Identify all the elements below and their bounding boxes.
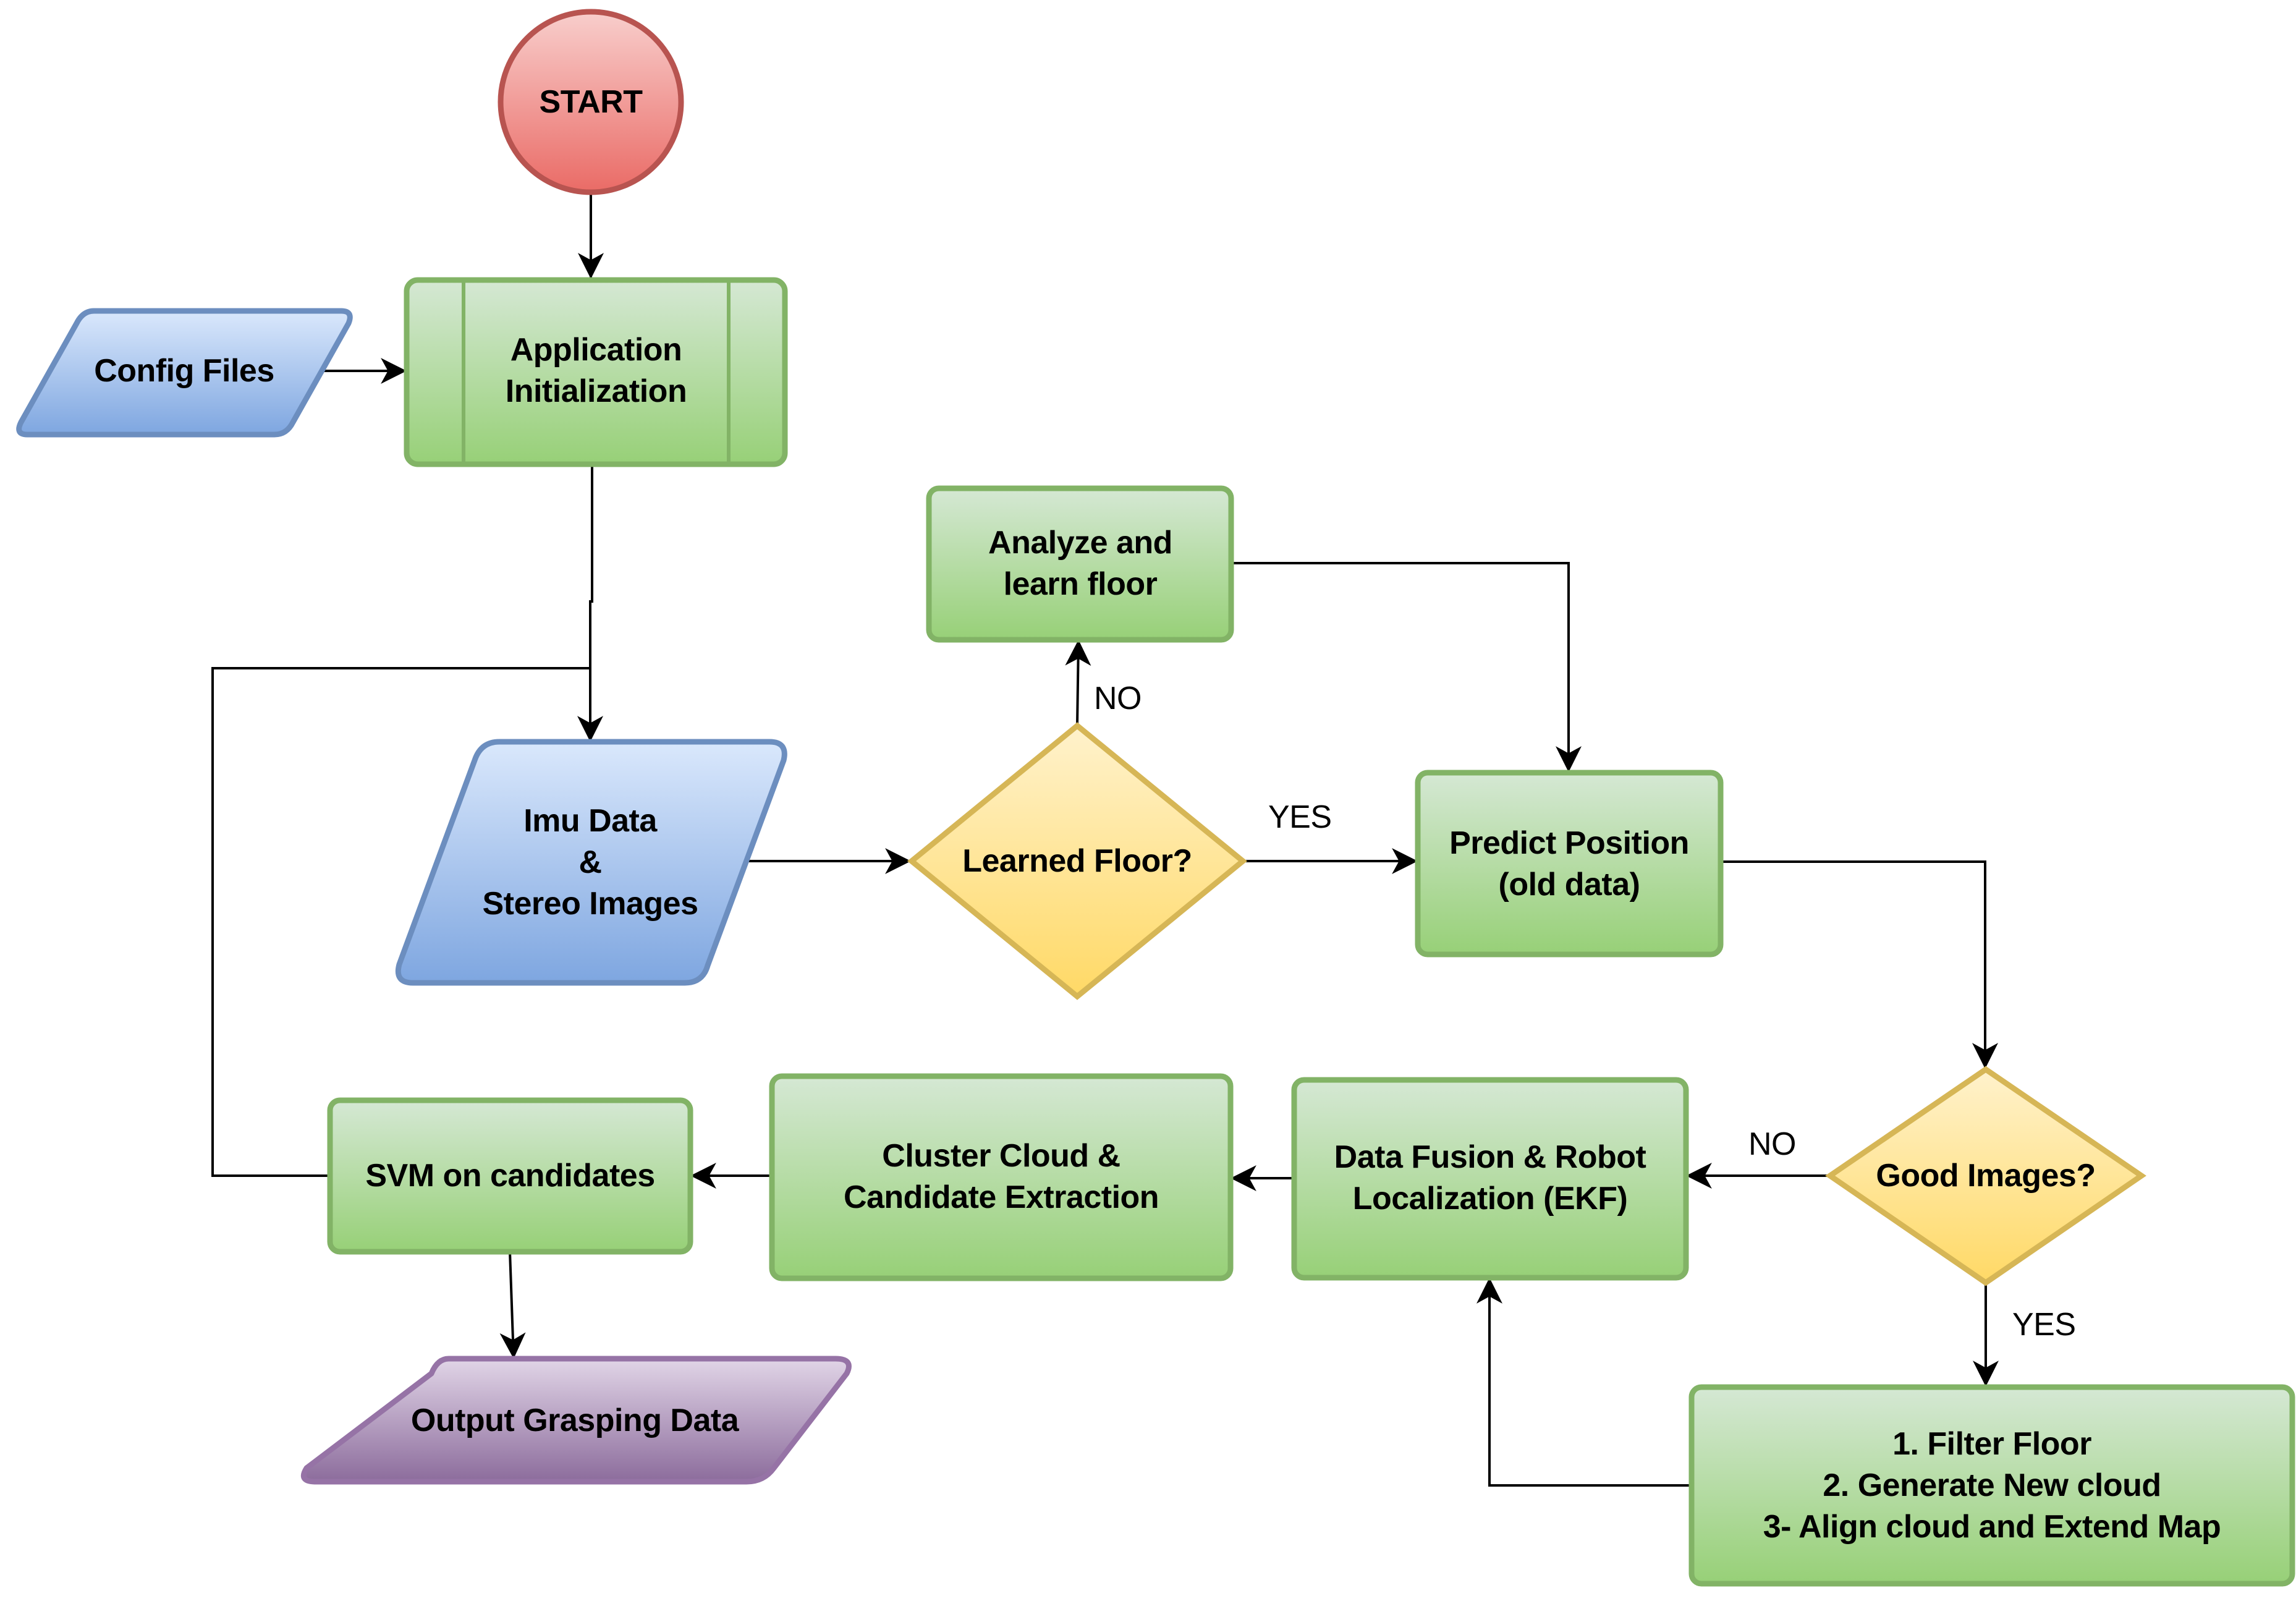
filter-floor-label-line-3: 3- Align cloud and Extend Map [1763,1508,2221,1545]
edge-analyze-to-predict [1231,562,1582,773]
cluster-cloud-label-line-1: Cluster Cloud & [882,1138,1120,1174]
analyze-floor-label-line-2: learn floor [1003,566,1158,602]
good-images-node-label: Good Images? [1842,1145,2130,1207]
edge-label-learned-floor-no: NO [1094,681,1142,716]
analyze-floor-label-line-1: Analyze and [988,525,1172,561]
imu-stereo-label-line-2: & [578,844,602,880]
edge-learned-floor-no [1065,639,1091,726]
analyze-floor-node-label: Analyze and learn floor [932,520,1229,607]
start-label-line: START [539,83,643,120]
output-grasping-node-label: Output Grasping Data [371,1390,779,1451]
edge-predict-to-good-images [1721,860,1998,1069]
svm-label-line: SVM on candidates [365,1157,655,1194]
edge-svm-to-output [499,1251,526,1359]
edge-label-good-images-yes: YES [2012,1307,2076,1343]
predict-position-label-line-1: Predict Position [1449,825,1689,861]
output-grasping-label-line: Output Grasping Data [410,1402,739,1438]
filter-floor-node-label: 1. Filter Floor 2. Generate New cloud 3-… [1693,1422,2291,1549]
edge-app-init-to-imu [577,464,603,742]
filter-floor-label-line-1: 1. Filter Floor [1892,1425,2091,1462]
data-fusion-label-line-1: Data Fusion & Robot [1334,1139,1646,1175]
svm-node-label: SVM on candidates [331,1145,689,1207]
edge-label-learned-floor-yes: YES [1268,799,1332,835]
cluster-cloud-node-label: Cluster Cloud & Candidate Extraction [773,1134,1229,1220]
config-files-label-line: Config Files [94,352,274,389]
predict-position-label-line-2: (old data) [1498,867,1640,902]
imu-stereo-node-label: Imu Data & Stereo Images [445,797,735,927]
imu-stereo-label-line-3: Stereo Images [482,885,699,922]
app-init-label-line-2: Initialization [505,373,687,409]
cluster-cloud-label-line-2: Candidate Extraction [843,1179,1159,1215]
predict-position-node-label: Predict Position (old data) [1419,821,1719,907]
learned-floor-label-line: Learned Floor? [962,843,1192,879]
edge-filter-to-data-fusion [1476,1277,1692,1487]
flowchart-canvas [16,9,2295,1587]
learned-floor-node-label: Learned Floor? [923,830,1232,892]
app-init-node-label: Application Initialization [465,321,727,420]
imu-stereo-label-line-1: Imu Data [523,802,657,839]
good-images-label-line: Good Images? [1876,1157,2096,1194]
data-fusion-label-line-2: Localization (EKF) [1352,1181,1628,1217]
edge-label-good-images-no: NO [1748,1126,1797,1162]
filter-floor-label-line-2: 2. Generate New cloud [1823,1467,2161,1503]
app-init-label-line-1: Application [510,332,682,368]
config-files-node-label: Config Files [62,340,307,402]
data-fusion-node-label: Data Fusion & Robot Localization (EKF) [1295,1135,1685,1221]
start-node-label: START [501,71,681,133]
